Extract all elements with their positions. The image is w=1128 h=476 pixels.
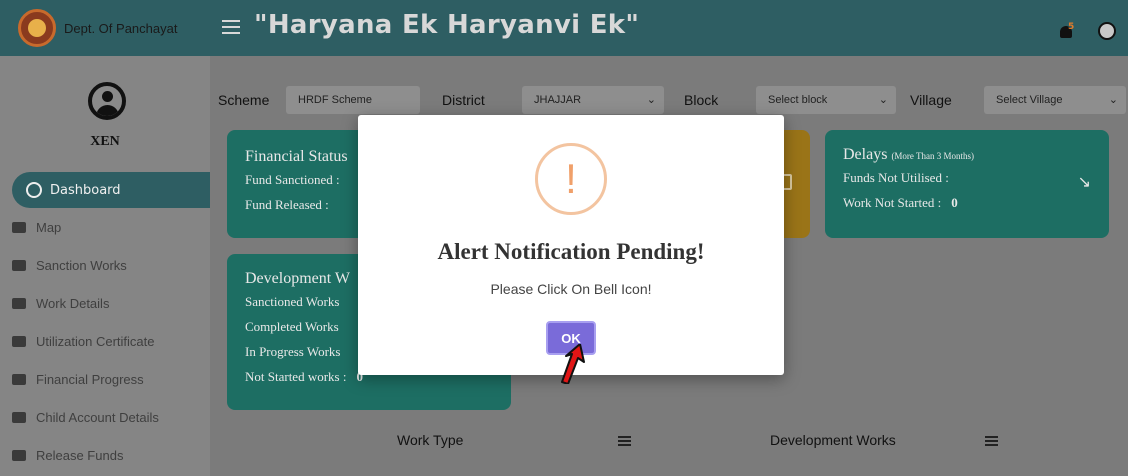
brand-text: Dept. Of Panchayat [64, 20, 178, 36]
chevron-down-icon: ⌄ [646, 94, 656, 106]
chevron-down-icon: ⌄ [1108, 94, 1118, 106]
chart-menu-icon[interactable] [985, 436, 998, 446]
user-avatar-icon [88, 82, 126, 120]
sidebar-item-dashboard[interactable]: Dashboard [12, 172, 210, 208]
work-not-started-label: Work Not Started : [843, 195, 942, 210]
village-select[interactable]: Select Village ⌄ [984, 86, 1126, 114]
notification-count-badge: 5 [1068, 22, 1075, 32]
filter-bar: Scheme HRDF Scheme District JHAJJAR ⌄ Bl… [210, 82, 1128, 116]
sidebar-item-label: Dashboard [50, 182, 121, 198]
sidebar-item-child-account-details[interactable]: Child Account Details [12, 404, 159, 430]
trending-down-icon: ↘ [1077, 174, 1091, 191]
sidebar-item-financial-progress[interactable]: Financial Progress [12, 366, 144, 392]
scheme-input[interactable]: HRDF Scheme [286, 86, 420, 114]
work-type-heading: Work Type [397, 432, 464, 448]
fund-sanctioned-label: Fund Sanctioned : [245, 172, 340, 187]
scheme-value: HRDF Scheme [298, 94, 372, 106]
map-icon [12, 221, 26, 233]
briefcase-icon [12, 297, 26, 309]
sidebar-item-label: Financial Progress [36, 371, 144, 387]
block-value: Select block [768, 94, 828, 106]
sidebar-item-label: Child Account Details [36, 409, 159, 425]
top-header: "Haryana Ek Haryanvi Ek" 5 [210, 0, 1128, 56]
account-icon [12, 411, 26, 423]
menu-toggle-icon[interactable] [222, 20, 240, 34]
sidebar: Dept. Of Panchayat XEN Dashboard Map San… [0, 0, 210, 476]
user-role: XEN [90, 134, 120, 149]
sidebar-item-label: Sanction Works [36, 257, 127, 273]
district-value: JHAJJAR [534, 94, 582, 106]
district-select[interactable]: JHAJJAR ⌄ [522, 86, 664, 114]
page-title: "Haryana Ek Haryanvi Ek" [254, 10, 640, 40]
funds-not-utilised-label: Funds Not Utilised : [843, 170, 949, 185]
sidebar-item-utilization-certificate[interactable]: Utilization Certificate [12, 328, 155, 354]
alert-dialog: ! Alert Notification Pending! Please Cli… [358, 115, 784, 375]
financial-status-card[interactable]: Financial Status Fund Sanctioned : Fund … [227, 130, 367, 238]
sidebar-item-label: Utilization Certificate [36, 333, 155, 349]
block-label: Block [684, 92, 719, 108]
funds-icon [12, 449, 26, 461]
district-label: District [442, 92, 485, 108]
village-value: Select Village [996, 94, 1063, 106]
delays-subtitle: (More Than 3 Months) [891, 151, 975, 161]
dialog-message: Please Click On Bell Icon! [490, 281, 652, 297]
warning-icon: ! [535, 143, 607, 215]
sidebar-item-label: Map [36, 219, 62, 235]
department-logo-icon [18, 9, 56, 47]
village-label: Village [910, 92, 952, 108]
sidebar-item-sanction-works[interactable]: Sanction Works [12, 252, 127, 278]
progress-icon [12, 373, 26, 385]
delays-title: Delays [843, 146, 888, 163]
sidebar-item-label: Release Funds [36, 447, 124, 463]
delays-card[interactable]: Delays (More Than 3 Months) Funds Not Ut… [825, 130, 1109, 238]
scheme-label: Scheme [218, 92, 270, 108]
sidebar-item-label: Work Details [36, 295, 110, 311]
sidebar-brand[interactable]: Dept. Of Panchayat [0, 0, 210, 56]
dashboard-icon [26, 182, 42, 198]
development-works-heading: Development Works [770, 432, 896, 448]
sidebar-item-map[interactable]: Map [12, 214, 61, 240]
fund-released-label: Fund Released : [245, 197, 329, 212]
sidebar-item-release-funds[interactable]: Release Funds [12, 442, 123, 468]
chart-menu-icon[interactable] [618, 436, 631, 446]
work-not-started-row: Work Not Started : 0 [843, 195, 1109, 211]
card-title: Delays (More Than 3 Months) [843, 146, 1109, 164]
dialog-title: Alert Notification Pending! [437, 239, 705, 264]
pointer-arrow-icon [561, 344, 585, 384]
chevron-down-icon: ⌄ [878, 94, 888, 106]
work-not-started-value: 0 [951, 195, 958, 210]
envelope-icon [12, 259, 26, 271]
certificate-icon [12, 335, 26, 347]
block-select[interactable]: Select block ⌄ [756, 86, 896, 114]
user-profile-icon[interactable] [1098, 22, 1116, 40]
not-started-label: Not Started works : [245, 369, 347, 384]
card-title: Financial Status [245, 148, 348, 165]
sidebar-item-work-details[interactable]: Work Details [12, 290, 109, 316]
